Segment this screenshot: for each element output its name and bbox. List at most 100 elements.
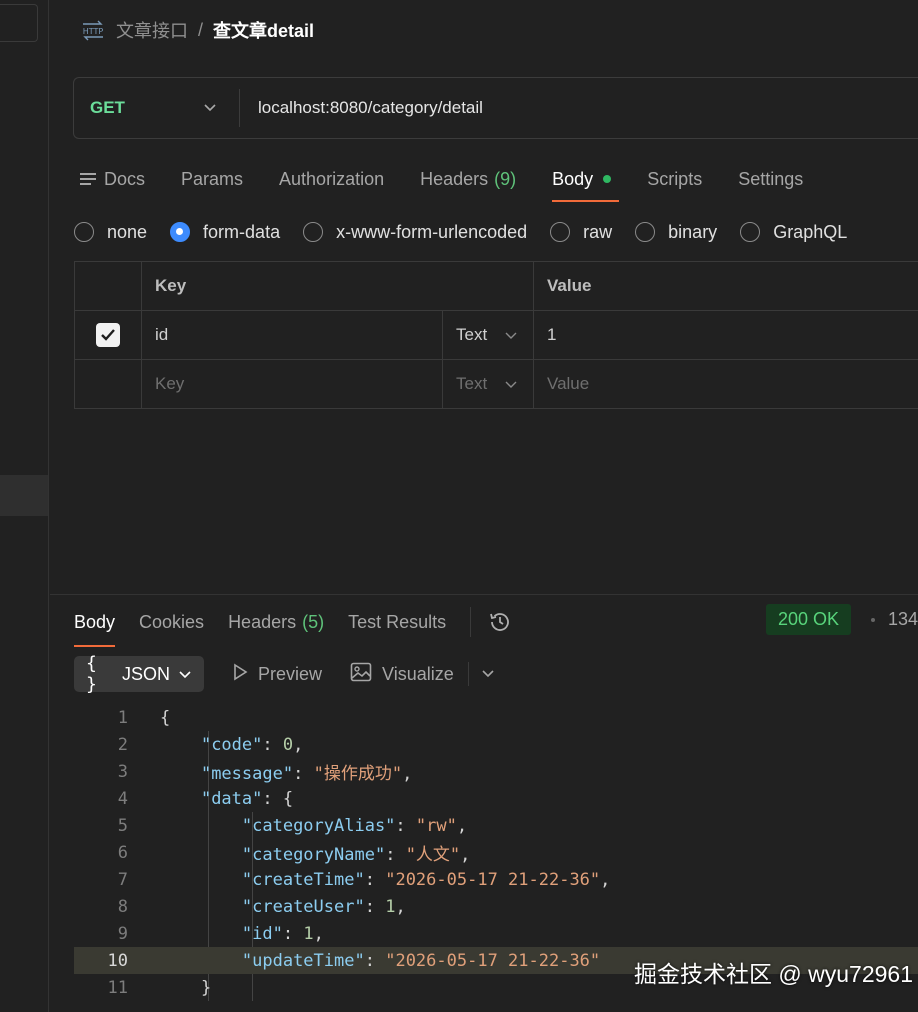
preview-button[interactable]: Preview [232,663,322,686]
line-number: 8 [117,896,128,917]
code-text: "message": "操作成功", [200,764,413,784]
radio-circle[interactable] [74,222,94,242]
chevron-down-icon [178,664,192,685]
code-line: 8 "createUser": 1, [74,893,918,920]
tab-label: Body [552,168,594,189]
row-key-field[interactable]: id [141,311,442,359]
column-header-value: Value [533,262,918,310]
body-type-radios: none form-data x-www-form-urlencoded raw… [74,218,870,246]
watermark-text: 掘金技术社区 @ wyu72961 [634,961,913,987]
tab-params[interactable]: Params [181,158,243,200]
code-text: "code": 0, [200,734,304,755]
code-line: 5 "categoryAlias": "rw", [74,812,918,839]
row-value-field[interactable]: 1 [533,311,918,359]
tab-label: Scripts [647,168,703,189]
svg-text:HTTP: HTTP [83,27,104,36]
status-separator-dot [871,618,875,622]
code-text: "createUser": 1, [241,896,406,917]
tab-authorization[interactable]: Authorization [279,158,384,200]
tab-body[interactable]: Body [552,158,620,202]
code-line: 6 "categoryName": "人文", [74,839,918,866]
row-type-select[interactable]: Text [442,311,533,359]
code-line: 9 "id": 1, [74,920,918,947]
row-checkbox[interactable] [96,323,120,347]
radio-circle[interactable] [550,222,571,242]
breadcrumb-parent[interactable]: 文章接口 [116,17,188,43]
response-tab-headers[interactable]: Headers (5) [228,604,324,640]
chevron-down-icon [505,377,517,392]
radio-label: none [107,221,148,242]
play-icon [232,663,248,686]
code-text: "data": { [200,788,294,809]
radio-none[interactable]: none [74,222,147,243]
breadcrumb-separator: / [198,19,204,40]
form-data-table: Key Value id Text 1 Key Text Value [74,261,918,409]
code-text: { [160,707,171,728]
tab-label: Authorization [279,168,385,189]
type-label: Text [456,325,488,344]
tab-label: Headers [420,168,489,189]
history-icon[interactable] [487,609,513,635]
radio-circle-selected[interactable] [170,222,191,242]
sidebar-selected-item[interactable] [0,475,48,516]
radio-form-data[interactable]: form-data [170,222,280,243]
code-line: 4 "data": { [74,785,918,812]
response-tab-cookies[interactable]: Cookies [139,604,204,640]
radio-x-www-form-urlencoded[interactable]: x-www-form-urlencoded [303,222,527,243]
line-number: 7 [117,869,128,890]
tab-headers[interactable]: Headers (9) [420,158,516,200]
response-tab-body[interactable]: Body [74,604,116,647]
headers-count: (5) [302,611,325,632]
toolbar-divider [467,662,469,686]
tab-label: Body [74,611,116,632]
tab-scripts[interactable]: Scripts [647,158,702,200]
image-icon [350,662,372,687]
column-header-key: Key [141,262,533,310]
tab-settings[interactable]: Settings [738,158,803,200]
request-title[interactable]: 查文章detail [213,17,314,43]
tab-docs[interactable]: Docs [80,158,145,200]
visualize-button[interactable]: Visualize [350,662,454,687]
radio-circle[interactable] [740,222,761,242]
line-number: 10 [107,950,128,971]
chevron-down-icon[interactable] [481,669,495,679]
radio-circle[interactable] [303,222,324,242]
code-line: 3 "message": "操作成功", [74,758,918,785]
response-tabs: Body Cookies Headers (5) Test Results [74,602,513,647]
tab-label: Docs [104,168,146,189]
docs-icon [80,173,96,185]
code-line: 1{ [74,704,918,731]
radio-label: GraphQL [773,221,848,242]
line-number: 9 [117,923,128,944]
value-placeholder-field[interactable]: Value [533,360,918,408]
format-select[interactable]: { } JSON [74,653,204,695]
line-number: 2 [117,734,128,755]
code-text: "createTime": "2026-05-17 21-22-36", [241,869,611,890]
request-tabs: Docs Params Authorization Headers (9) Bo… [80,158,839,202]
chevron-down-icon [203,100,217,116]
preview-label: Preview [258,663,323,684]
code-text: "categoryAlias": "rw", [241,815,468,836]
radio-raw[interactable]: raw [550,222,612,243]
tab-label: Cookies [139,611,205,632]
format-label: JSON [121,663,170,684]
status-badge[interactable]: 200 OK [766,604,852,635]
sidebar-top-box[interactable] [0,4,38,42]
panel-divider[interactable] [50,594,918,595]
key-placeholder-field[interactable]: Key [141,360,442,408]
braces-icon: { } [86,653,97,695]
method-label: GET [90,98,125,117]
response-tab-test-results[interactable]: Test Results [348,604,446,640]
radio-circle[interactable] [635,222,656,242]
type-label: Text [456,374,488,393]
body-modified-dot [603,175,612,183]
method-select[interactable]: GET [74,89,240,127]
visualize-label: Visualize [382,663,454,684]
response-time-partial[interactable]: 134 [888,609,918,630]
chevron-down-icon [505,328,517,343]
radio-graphql[interactable]: GraphQL [740,222,847,243]
type-placeholder-select[interactable]: Text [442,360,533,408]
radio-binary[interactable]: binary [635,222,717,243]
url-input[interactable]: localhost:8080/category/detail [240,98,483,118]
line-number: 3 [117,761,128,782]
